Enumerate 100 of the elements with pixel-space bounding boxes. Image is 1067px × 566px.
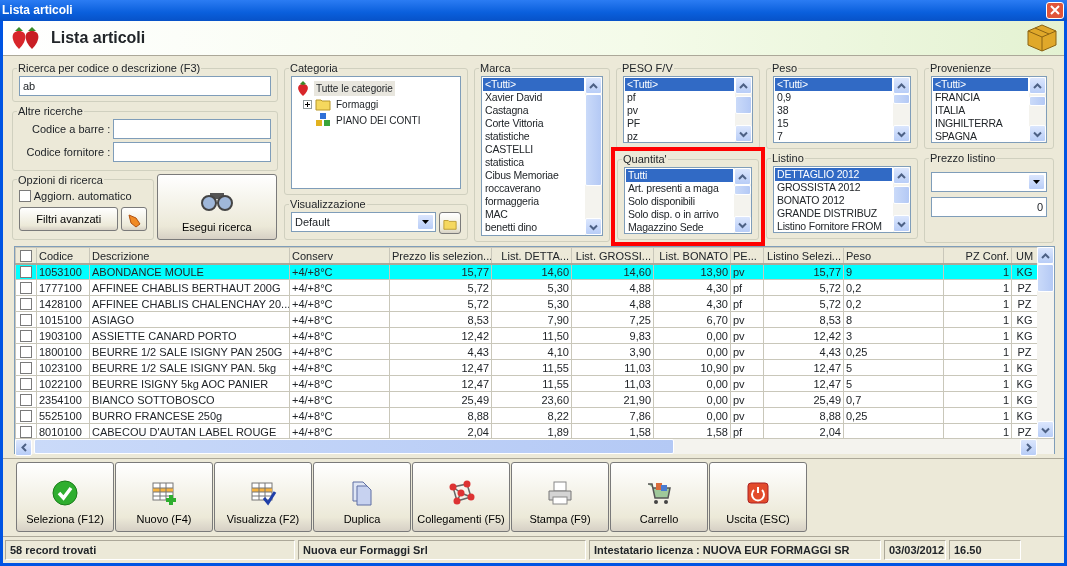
list-box[interactable]: Tutti Art. presenti a maga Solo disponibili Solo disp. o in arrivo Magazzino Sede — [624, 167, 752, 235]
scroll-right-button[interactable] — [1020, 439, 1037, 457]
tree-item[interactable]: Formaggi — [334, 96, 381, 112]
scrollbar-thumb[interactable] — [893, 94, 910, 105]
tree-item[interactable]: PIANO DEI CONTI — [334, 112, 423, 128]
checkbox[interactable] — [20, 266, 32, 279]
list-item[interactable]: MAC — [483, 208, 584, 222]
scroll-down-button[interactable] — [1029, 125, 1046, 143]
column-header[interactable]: Listino Selezi... — [763, 247, 844, 264]
list-item[interactable]: Castagna — [483, 104, 584, 118]
list-item[interactable]: statistiche — [483, 130, 584, 144]
toolbar-button[interactable]: Stampa (F9) — [511, 462, 609, 533]
list-box[interactable]: <Tutti> 0,9 38 15 7 — [773, 76, 911, 144]
toolbar-button[interactable]: Visualizza (F2) — [214, 462, 312, 533]
search-button[interactable]: Esegui ricerca — [156, 173, 277, 240]
checkbox[interactable] — [20, 281, 32, 294]
scroll-left-button[interactable] — [15, 439, 32, 457]
toolbar-button[interactable]: Uscita (ESC) — [709, 462, 807, 533]
list-box[interactable]: <Tutti> pf pv PF pz — [623, 76, 753, 144]
scrollbar[interactable] — [15, 438, 1054, 455]
search-field[interactable]: ab — [19, 76, 271, 97]
scrollbar-thumb[interactable] — [34, 439, 674, 455]
list-item[interactable]: <Tutti> — [775, 78, 892, 92]
scroll-down-button[interactable] — [893, 125, 910, 143]
table-row[interactable]: 1903100 ASSIETTE CANARD PORTO +4/+8°C 12,42 11,50 9,83 0,00 pv 12,42 3 1 KG — [15, 327, 1037, 344]
column-header[interactable]: Prezzo lis selezion... — [389, 247, 492, 264]
list-item[interactable]: INGHILTERRA — [933, 117, 1028, 131]
checkbox[interactable] — [20, 297, 32, 310]
checkbox[interactable] — [20, 377, 32, 390]
scroll-up-button[interactable] — [1037, 247, 1054, 265]
dropdown[interactable] — [931, 171, 1047, 192]
list-box[interactable]: DETTAGLIO 2012 GROSSISTA 2012 BONATO 2012 GRANDE DISTRIBUZ Listino Fornitore FROM — [773, 166, 911, 234]
scrollbar-thumb[interactable] — [585, 94, 602, 187]
list-item[interactable]: SPAGNA — [933, 130, 1028, 143]
list-item[interactable]: 0,9 — [775, 91, 892, 105]
column-header[interactable]: Codice — [36, 247, 90, 264]
list-item[interactable]: statistica — [483, 156, 584, 170]
scroll-down-button[interactable] — [585, 218, 602, 236]
toolbar-button[interactable]: Nuovo (F4) — [115, 462, 213, 533]
toolbar-button[interactable]: Collegamenti (F5) — [412, 462, 510, 533]
list-item[interactable]: pv — [625, 104, 734, 118]
checkbox[interactable] — [20, 409, 32, 422]
checkbox[interactable] — [20, 345, 32, 358]
list-item[interactable]: 15 — [775, 117, 892, 131]
table-row[interactable]: 1428100 AFFINEE CHABLIS CHALENCHAY 20...+4/+8°C 5,72 5,30 4,88 4,30 pf 5,72 0,2 1 PZ — [15, 295, 1037, 312]
list-item[interactable]: CASTELLI — [483, 143, 584, 157]
scrollbar-thumb[interactable] — [735, 96, 752, 115]
scroll-down-button[interactable] — [1037, 421, 1054, 439]
list-item[interactable]: BONATO 2012 — [775, 194, 892, 208]
column-header[interactable]: List. DETTA... — [491, 247, 572, 264]
list-item[interactable]: Art. presenti a maga — [626, 182, 733, 196]
list-item[interactable]: Listino Fornitore FROM — [775, 220, 892, 233]
list-item[interactable]: Cibus Memoriae — [483, 169, 584, 183]
list-item[interactable]: Tutti — [626, 169, 733, 183]
scrollbar-thumb[interactable] — [734, 185, 751, 196]
checkbox[interactable] — [20, 361, 32, 374]
table-row[interactable]: 1023100 BEURRE 1/2 SALE ISIGNY PAN. 5kg +4/+8°C 12,47 11,55 11,03 10,90 pv 12,47 5 1 KG — [15, 359, 1037, 376]
tree-item[interactable]: Tutte le categorie — [314, 80, 395, 96]
scrollbar[interactable] — [1037, 247, 1054, 439]
list-item[interactable]: <Tutti> — [933, 78, 1028, 92]
scrollbar-thumb[interactable] — [1029, 96, 1046, 107]
scroll-down-button[interactable] — [734, 216, 751, 234]
list-item[interactable]: 38 — [775, 104, 892, 118]
tree-view[interactable]: Tutte le categorie Formaggi PIANO DEI CONTI — [291, 76, 461, 190]
checkbox[interactable] — [20, 249, 32, 262]
toolbar-button[interactable]: Duplica — [313, 462, 411, 533]
input-field[interactable] — [113, 119, 271, 140]
list-item[interactable]: PF — [625, 117, 734, 131]
list-item[interactable]: Corte Vittoria — [483, 117, 584, 131]
table-row[interactable]: 1800100 BEURRE 1/2 SALE ISIGNY PAN 250G +4/+8°C 4,43 4,10 3,90 0,00 pv 4,43 0,25 1 PZ — [15, 343, 1037, 360]
scroll-down-button[interactable] — [735, 125, 752, 143]
close-button[interactable] — [1046, 1, 1064, 19]
list-item[interactable]: Xavier David — [483, 91, 584, 105]
list-item[interactable]: GRANDE DISTRIBUZ — [775, 207, 892, 221]
column-header[interactable]: PE... — [730, 247, 764, 264]
table-row[interactable]: 1777100 AFFINEE CHABLIS BERTHAUT 200G +4/+8°C 5,72 5,30 4,88 4,30 pf 5,72 0,2 1 PZ — [15, 279, 1037, 296]
toolbar-button[interactable]: Carrello — [610, 462, 708, 533]
scrollbar-thumb[interactable] — [1037, 264, 1054, 293]
checkbox[interactable] — [20, 313, 32, 326]
list-item[interactable]: Solo disponibili — [626, 195, 733, 209]
checkbox[interactable] — [19, 190, 31, 203]
list-item[interactable]: ITALIA — [933, 104, 1028, 118]
scrollbar[interactable] — [893, 77, 910, 143]
checkbox[interactable] — [20, 329, 32, 342]
column-header[interactable]: Conserv — [289, 247, 390, 264]
table-row[interactable]: 1022100 BEURRE ISIGNY 5kg AOC PANIER +4/+8°C 12,47 11,55 11,03 0,00 pv 12,47 5 1 KG — [15, 375, 1037, 392]
checkbox[interactable] — [20, 425, 32, 438]
column-header[interactable]: Peso — [843, 247, 944, 264]
list-item[interactable]: 7 — [775, 130, 892, 143]
list-item[interactable]: formaggeria — [483, 195, 584, 209]
table-row[interactable]: 5525100 BURRO FRANCESE 250g +4/+8°C 8,88 8,22 7,86 0,00 pv 8,88 0,25 1 KG — [15, 407, 1037, 424]
table-row[interactable]: 1015100 ASIAGO +4/+8°C 8,53 7,90 7,25 6,70 pv 8,53 8 1 KG — [15, 311, 1037, 328]
list-box[interactable]: <Tutti> Xavier David Castagna Corte Vittoria statistiche CASTELLI statistica Cibus Memoriae roccaverano formaggeria MAC benetti dino — [481, 76, 603, 237]
price-field[interactable]: 0 — [931, 197, 1047, 218]
list-item[interactable]: benetti dino — [483, 221, 584, 235]
list-item[interactable]: Magazzino Sede — [626, 221, 733, 234]
scroll-up-button[interactable] — [1029, 77, 1046, 95]
scroll-up-button[interactable] — [735, 77, 752, 95]
list-item[interactable]: <Tutti> — [483, 78, 584, 92]
list-box[interactable]: <Tutti> FRANCIA ITALIA INGHILTERRA SPAGNA — [931, 76, 1047, 144]
